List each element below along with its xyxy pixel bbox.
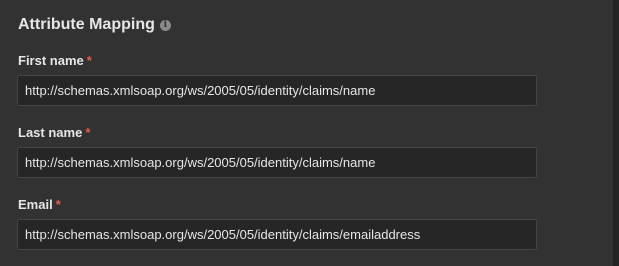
attribute-mapping-panel: Attribute Mapping i First name * http://s… (0, 0, 613, 266)
section-header: Attribute Mapping i (18, 14, 171, 36)
section-title: Attribute Mapping (18, 16, 155, 33)
last-name-label: Last name * (18, 125, 90, 141)
last-name-field[interactable]: http://schemas.xmlsoap.org/ws/2005/05/id… (17, 147, 537, 178)
email-label: Email * (18, 197, 61, 213)
email-field[interactable]: http://schemas.xmlsoap.org/ws/2005/05/id… (17, 219, 537, 250)
required-marker: * (86, 53, 92, 68)
first-name-field[interactable]: http://schemas.xmlsoap.org/ws/2005/05/id… (17, 75, 537, 106)
last-name-label-text: Last name (18, 125, 83, 140)
required-marker: * (85, 125, 91, 140)
right-edge-strip (613, 0, 619, 266)
info-icon[interactable]: i (159, 19, 171, 31)
first-name-label-text: First name (18, 53, 84, 68)
email-label-text: Email (18, 197, 53, 212)
first-name-label: First name * (18, 53, 92, 69)
required-marker: * (55, 197, 61, 212)
